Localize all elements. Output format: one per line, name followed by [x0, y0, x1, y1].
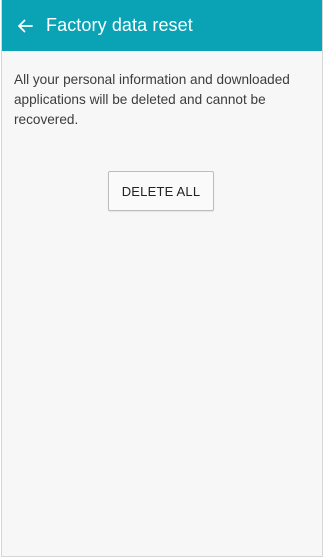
- delete-all-button[interactable]: DELETE ALL: [108, 171, 214, 211]
- bottom-border: [2, 556, 322, 557]
- app-bar: Factory data reset: [2, 0, 322, 51]
- content-area: All your personal information and downlo…: [2, 51, 322, 211]
- page-title: Factory data reset: [46, 15, 193, 35]
- arrow-left-icon: [18, 19, 33, 32]
- button-container: DELETE ALL: [14, 171, 312, 211]
- reset-warning-text: All your personal information and downlo…: [14, 72, 290, 127]
- back-button[interactable]: [4, 0, 46, 51]
- screen: Factory data reset All your personal inf…: [1, 0, 323, 557]
